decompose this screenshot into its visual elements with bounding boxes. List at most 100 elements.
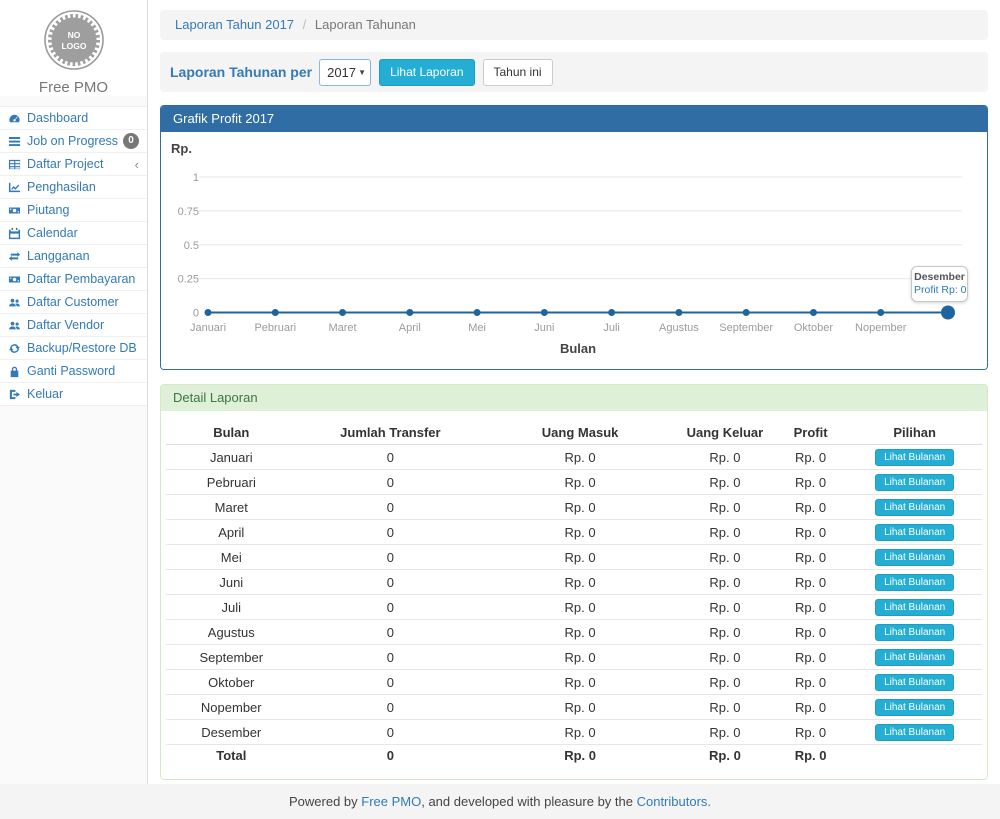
chart-tooltip: Desember Profit Rp: 0: [911, 266, 968, 302]
y-tick-label: 0: [193, 308, 199, 320]
chart-point[interactable]: [541, 309, 548, 316]
x-tick-label: Nopember: [855, 322, 907, 334]
uang_masuk-cell: Rp. 0: [484, 620, 676, 645]
view-monthly-button[interactable]: Lihat Bulanan: [875, 549, 954, 566]
table-row: Nopember0Rp. 0Rp. 0Rp. 0Lihat Bulanan: [166, 695, 982, 720]
profit-cell: Rp. 0: [774, 595, 847, 620]
breadcrumb-link[interactable]: Laporan Tahun 2017: [175, 17, 294, 32]
sidebar-item-label: Penghasilan: [27, 180, 96, 194]
column-header: Pilihan: [847, 421, 982, 445]
view-monthly-button[interactable]: Lihat Bulanan: [875, 599, 954, 616]
sidebar-item-keluar[interactable]: Keluar: [0, 383, 147, 406]
table-row: Mei0Rp. 0Rp. 0Rp. 0Lihat Bulanan: [166, 545, 982, 570]
uang_keluar-cell: Rp. 0: [676, 720, 774, 745]
sidebar-item-daftar-pembayaran[interactable]: Daftar Pembayaran: [0, 268, 147, 291]
view-monthly-button[interactable]: Lihat Bulanan: [875, 524, 954, 541]
uang_masuk-total-cell: Rp. 0: [484, 745, 676, 767]
y-tick-label: 0.5: [184, 240, 199, 252]
profit-line-chart[interactable]: Rp. 00.250.50.751JanuariPebruariMaretApr…: [161, 132, 987, 369]
sidebar-item-daftar-customer[interactable]: Daftar Customer: [0, 291, 147, 314]
logo-box: NO LOGO Free PMO: [0, 0, 147, 96]
bulan-cell: Oktober: [166, 670, 297, 695]
profit-cell: Rp. 0: [774, 720, 847, 745]
view-monthly-button[interactable]: Lihat Bulanan: [875, 449, 954, 466]
uang_keluar-cell: Rp. 0: [676, 495, 774, 520]
chart-point[interactable]: [205, 309, 212, 316]
bulan-cell: April: [166, 520, 297, 545]
detail-panel-body: BulanJumlah TransferUang MasukUang Kelua…: [161, 411, 987, 779]
bulan-cell: Mei: [166, 545, 297, 570]
view-report-button[interactable]: Lihat Laporan: [379, 59, 474, 86]
sidebar-item-label: Calendar: [27, 226, 78, 240]
table-row: Maret0Rp. 0Rp. 0Rp. 0Lihat Bulanan: [166, 495, 982, 520]
chart-point[interactable]: [272, 309, 279, 316]
profit-cell: Rp. 0: [774, 520, 847, 545]
chart-point[interactable]: [743, 309, 750, 316]
footer-link[interactable]: Contributors.: [637, 794, 711, 809]
x-tick-label: Juni: [534, 322, 554, 334]
chart-point[interactable]: [339, 309, 346, 316]
uang_masuk-cell: Rp. 0: [484, 570, 676, 595]
view-monthly-button[interactable]: Lihat Bulanan: [875, 699, 954, 716]
x-tick-label: April: [399, 322, 421, 334]
profit-cell: Rp. 0: [774, 545, 847, 570]
uang_keluar-cell: Rp. 0: [676, 470, 774, 495]
sidebar-item-calendar[interactable]: Calendar: [0, 222, 147, 245]
sidebar-item-langganan[interactable]: Langganan: [0, 245, 147, 268]
view-monthly-button[interactable]: Lihat Bulanan: [875, 624, 954, 641]
sidebar-item-ganti-password[interactable]: Ganti Password: [0, 360, 147, 383]
jumlah_transfer-total-cell: 0: [297, 745, 485, 767]
sidebar-item-daftar-project[interactable]: Daftar Project‹: [0, 153, 147, 176]
sidebar-menu: DashboardJob on Progress0Daftar Project‹…: [0, 106, 147, 406]
sidebar-item-daftar-vendor[interactable]: Daftar Vendor: [0, 314, 147, 337]
uang_keluar-cell: Rp. 0: [676, 570, 774, 595]
chart-point[interactable]: [810, 309, 817, 316]
profit-cell: Rp. 0: [774, 470, 847, 495]
money-icon: [8, 204, 22, 217]
chart-point[interactable]: [406, 309, 413, 316]
chart-point[interactable]: [941, 306, 955, 320]
table-row: Januari0Rp. 0Rp. 0Rp. 0Lihat Bulanan: [166, 445, 982, 470]
breadcrumb: Laporan Tahun 2017 / Laporan Tahunan: [160, 10, 988, 40]
jumlah_transfer-cell: 0: [297, 445, 485, 470]
view-monthly-button[interactable]: Lihat Bulanan: [875, 724, 954, 741]
this-year-button[interactable]: Tahun ini: [483, 59, 553, 86]
x-tick-label: Oktober: [794, 322, 833, 334]
year-select[interactable]: 2017: [319, 59, 371, 86]
view-monthly-button[interactable]: Lihat Bulanan: [875, 574, 954, 591]
chart-point[interactable]: [608, 309, 615, 316]
uang_keluar-cell: Rp. 0: [676, 695, 774, 720]
view-monthly-button[interactable]: Lihat Bulanan: [875, 474, 954, 491]
sidebar-item-backup-restore-db[interactable]: Backup/Restore DB: [0, 337, 147, 360]
logo-text-line1: NO: [67, 30, 80, 40]
line-chart-icon: [8, 181, 22, 194]
sidebar-item-piutang[interactable]: Piutang: [0, 199, 147, 222]
action-cell: Lihat Bulanan: [847, 470, 982, 495]
uang_keluar-cell: Rp. 0: [676, 595, 774, 620]
uang_masuk-cell: Rp. 0: [484, 520, 676, 545]
footer-link[interactable]: Free PMO: [361, 794, 421, 809]
view-monthly-button[interactable]: Lihat Bulanan: [875, 674, 954, 691]
bulan-cell: Desember: [166, 720, 297, 745]
view-monthly-button[interactable]: Lihat Bulanan: [875, 499, 954, 516]
x-tick-label: Juli: [603, 322, 620, 334]
sidebar-item-job-on-progress[interactable]: Job on Progress0: [0, 130, 147, 153]
year-filter-bar: Laporan Tahunan per 2017 ▼ Lihat Laporan…: [160, 52, 988, 92]
action-cell: [847, 745, 982, 767]
uang_masuk-cell: Rp. 0: [484, 645, 676, 670]
chart-point[interactable]: [474, 309, 481, 316]
sidebar-item-dashboard[interactable]: Dashboard: [0, 107, 147, 130]
chart-point[interactable]: [877, 309, 884, 316]
table-row: Desember0Rp. 0Rp. 0Rp. 0Lihat Bulanan: [166, 720, 982, 745]
sidebar-item-penghasilan[interactable]: Penghasilan: [0, 176, 147, 199]
bulan-cell: Agustus: [166, 620, 297, 645]
view-monthly-button[interactable]: Lihat Bulanan: [875, 649, 954, 666]
bulan-cell: Pebruari: [166, 470, 297, 495]
column-header: Bulan: [166, 421, 297, 445]
uang_masuk-cell: Rp. 0: [484, 445, 676, 470]
chart-canvas[interactable]: 00.250.50.751JanuariPebruariMaretAprilMe…: [161, 132, 987, 369]
bulan-cell: Juli: [166, 595, 297, 620]
chart-point[interactable]: [675, 309, 682, 316]
table-row: Juni0Rp. 0Rp. 0Rp. 0Lihat Bulanan: [166, 570, 982, 595]
lock-icon: [8, 365, 22, 378]
